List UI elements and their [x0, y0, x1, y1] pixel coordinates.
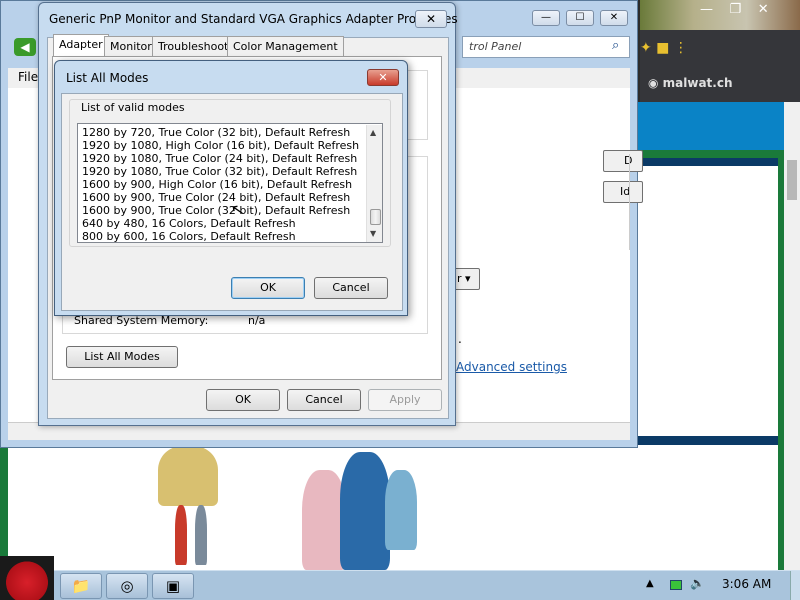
properties-title: Generic PnP Monitor and Standard VGA Gra…	[49, 12, 458, 26]
list-item[interactable]: 1920 by 1080, True Color (24 bit), Defau…	[82, 152, 357, 165]
cp-close-button[interactable]: ✕	[600, 10, 628, 26]
page-scrollbar-thumb[interactable]	[787, 160, 797, 200]
tab-monitor[interactable]: Monitor	[104, 36, 158, 56]
browser-close-icon[interactable]: ✕	[758, 2, 769, 17]
list-item[interactable]: 800 by 600, 16 Colors, Default Refresh	[82, 230, 296, 242]
explorer-taskbar-icon[interactable]: 📁	[60, 573, 102, 599]
browser-window-controls[interactable]: — ❐ ✕	[700, 2, 769, 17]
extension-icons[interactable]: ✦ ■ ⋮	[640, 40, 688, 56]
bookmark-site-label: malwat.ch	[662, 76, 733, 90]
list-all-modes-dialog: List All Modes ✕ List of valid modes 128…	[54, 60, 408, 316]
modes-ok-button[interactable]: OK	[231, 277, 305, 299]
cp-text-fragment: .	[458, 332, 462, 346]
orientation-dropdown[interactable]: r ▾	[452, 268, 480, 290]
cp-minimize-button[interactable]: —	[532, 10, 560, 26]
list-item[interactable]: 1920 by 1080, True Color (32 bit), Defau…	[82, 165, 357, 178]
show-desktop-button[interactable]	[790, 571, 800, 600]
tab-adapter[interactable]: Adapter	[53, 34, 109, 57]
list-item[interactable]: 1280 by 720, True Color (32 bit), Defaul…	[82, 126, 350, 139]
modes-listbox[interactable]: 1280 by 720, True Color (32 bit), Defaul…	[77, 123, 383, 243]
clock[interactable]: 3:06 AM	[722, 577, 771, 591]
bookmark-site[interactable]: ◉ malwat.ch	[648, 76, 733, 90]
menu-file[interactable]: File	[18, 70, 38, 84]
properties-close-button[interactable]: ✕	[415, 10, 447, 28]
list-all-modes-button[interactable]: List All Modes	[66, 346, 178, 368]
back-arrow-icon[interactable]: ◀	[14, 38, 36, 56]
list-item[interactable]: 1920 by 1080, High Color (16 bit), Defau…	[82, 139, 359, 152]
figure-light-blue-dress	[385, 470, 417, 550]
list-item[interactable]: 1600 by 900, High Color (16 bit), Defaul…	[82, 178, 352, 191]
tab-troubleshoot[interactable]: Troubleshoot	[152, 36, 235, 56]
modes-cancel-button[interactable]: Cancel	[314, 277, 388, 299]
browser-minimize-icon[interactable]: —	[700, 2, 713, 17]
properties-apply-button: Apply	[368, 389, 442, 411]
list-item[interactable]: 640 by 480, 16 Colors, Default Refresh	[82, 217, 296, 230]
search-icon[interactable]: ⌕	[612, 38, 619, 53]
figure-jester-body	[158, 446, 218, 506]
scrollbar-thumb[interactable]	[370, 209, 381, 225]
figure-jester-leg-2	[195, 505, 207, 565]
list-item[interactable]: 1600 by 900, True Color (32 bit), Defaul…	[82, 204, 350, 217]
volume-icon[interactable]: 🔈	[690, 576, 705, 590]
page-scrollbar[interactable]	[784, 102, 800, 570]
tray-expand-icon[interactable]: ▲	[646, 578, 654, 589]
scroll-down-icon[interactable]: ▼	[370, 229, 376, 238]
figure-jester-leg	[175, 505, 187, 565]
display-settings-taskbar-icon[interactable]: ▣	[152, 573, 194, 599]
chrome-taskbar-icon[interactable]: ◎	[106, 573, 148, 599]
cp-maximize-button[interactable]: ☐	[566, 10, 594, 26]
cp-right-edge	[604, 154, 630, 250]
advanced-settings-link[interactable]: Advanced settings	[456, 360, 567, 374]
figure-blue-dress	[340, 452, 390, 570]
scroll-up-icon[interactable]: ▲	[370, 128, 376, 137]
modes-close-button[interactable]: ✕	[367, 69, 399, 86]
network-icon[interactable]	[670, 580, 682, 590]
properties-cancel-button[interactable]: Cancel	[287, 389, 361, 411]
modes-group-label: List of valid modes	[79, 101, 187, 114]
modes-scrollbar[interactable]: ▲ ▼	[366, 125, 382, 242]
start-button-icon[interactable]	[0, 556, 54, 600]
tab-color-management[interactable]: Color Management	[227, 36, 344, 56]
browser-restore-icon[interactable]: ❐	[730, 2, 742, 17]
list-item[interactable]: 1600 by 900, True Color (24 bit), Defaul…	[82, 191, 350, 204]
modes-dialog-title: List All Modes	[66, 71, 149, 85]
address-bar[interactable]: trol Panel	[462, 36, 630, 58]
properties-ok-button[interactable]: OK	[206, 389, 280, 411]
